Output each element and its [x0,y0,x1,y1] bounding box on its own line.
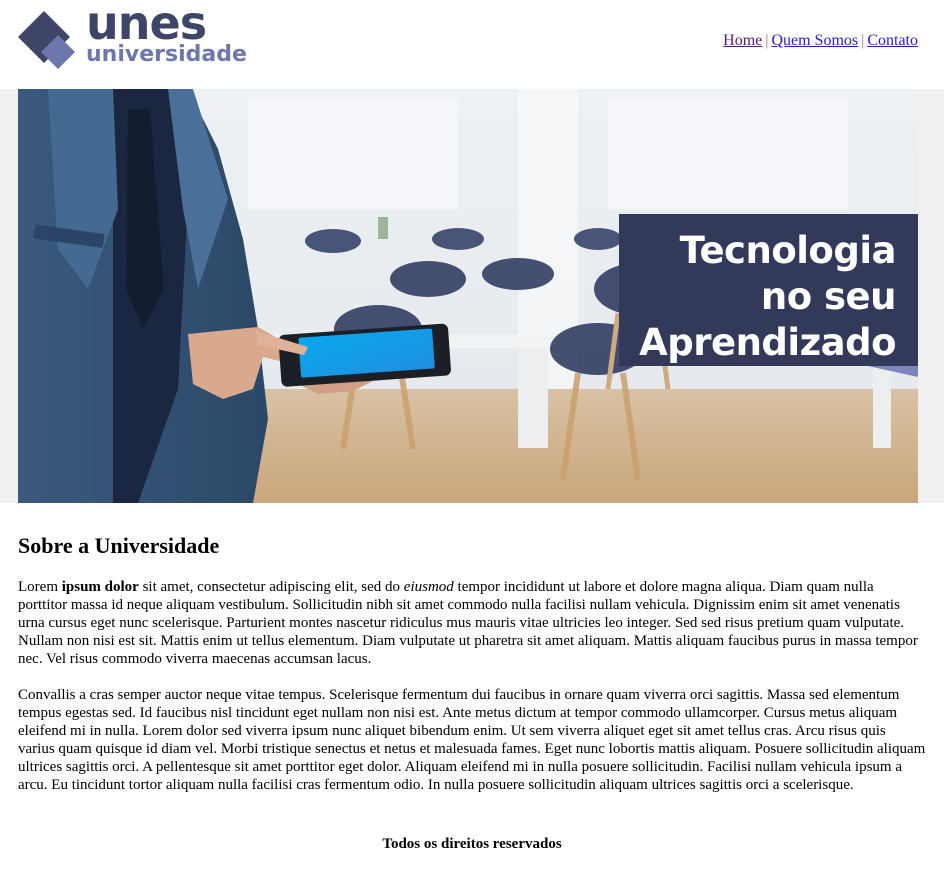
banner-caption-line: no seu [760,275,897,318]
nav-separator: | [861,32,865,49]
banner-section: Tecnologia no seu Aprendizado [0,89,944,503]
footer-text: Todos os direitos reservados [382,836,562,852]
logo-word-unes: unes [86,0,207,50]
text-run: sit amet, consectetur adipiscing elit, s… [138,579,404,595]
paragraph-second: Convallis a cras semper auctor neque vit… [18,687,926,793]
banner-caption-line: Aprendizado [639,321,896,364]
nav-separator: | [765,32,769,49]
paragraph-intro: Lorem ipsum dolor sit amet, consectetur … [18,578,926,668]
section-title: Sobre a Universidade [18,533,220,558]
text-run: Lorem [18,579,62,595]
main-content: Sobre a Universidade Lorem ipsum dolor s… [0,533,944,853]
bold-text: ipsum dolor [61,579,139,595]
banner-caption-line: Tecnologia [679,229,897,272]
logo[interactable]: unes universidade [18,0,247,71]
hero-banner: Tecnologia no seu Aprendizado [18,89,918,503]
nav-link-home[interactable]: Home [723,32,762,49]
italic-text: eiusmod [403,579,454,595]
main-nav: Home | Quem Somos | Contato [723,32,918,50]
nav-link-contato[interactable]: Contato [867,32,918,49]
banner-caption: Tecnologia no seu Aprendizado [619,214,918,366]
logo-diamond-icon [18,11,75,69]
site-header: unes universidade Home | Quem Somos | Contat… [0,0,944,89]
logo-word-universidade: universidade [86,42,247,67]
nav-link-quem-somos[interactable]: Quem Somos [771,32,858,49]
